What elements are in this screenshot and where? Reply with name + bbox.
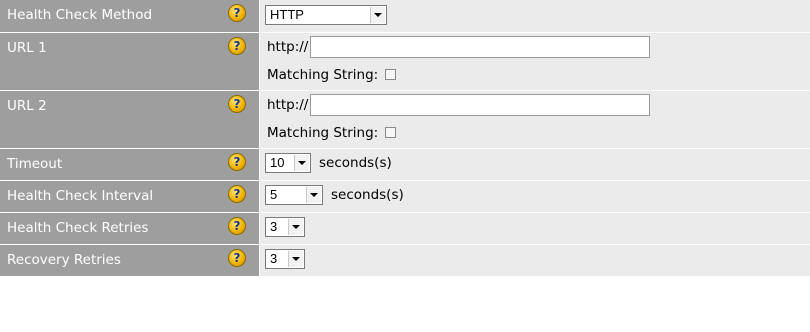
label-cell: Health Check Retries ? — [0, 212, 260, 245]
chevron-down-icon[interactable] — [370, 6, 385, 23]
health-check-settings-table: Health Check Method ? HTTP URL 1 ? http:… — [0, 0, 810, 277]
url-1-matching-string-checkbox[interactable] — [385, 69, 397, 80]
url-1-label: URL 1 — [7, 39, 47, 56]
timeout-unit: seconds(s) — [319, 155, 392, 171]
row-health-check-retries: Health Check Retries ? 3 — [0, 212, 810, 245]
chevron-down-icon[interactable] — [288, 251, 303, 267]
value-cell: 3 — [259, 212, 810, 245]
health-check-retries-select[interactable]: 3 — [265, 217, 305, 237]
recovery-retries-select[interactable]: 3 — [265, 249, 305, 269]
label-cell: Health Check Interval ? — [0, 180, 260, 213]
label-cell: Recovery Retries ? — [0, 244, 260, 277]
label-cell: URL 2 ? — [0, 90, 260, 149]
row-url-2: URL 2 ? http:// Matching String: — [0, 90, 810, 149]
chevron-down-icon[interactable] — [306, 187, 321, 203]
url-2-matching-string-checkbox[interactable] — [385, 127, 397, 138]
health-check-interval-unit: seconds(s) — [331, 187, 404, 203]
value-cell: 10 seconds(s) — [259, 148, 810, 181]
health-check-interval-select[interactable]: 5 — [265, 185, 323, 205]
value-cell: http:// Matching String: — [259, 32, 810, 91]
select-value: 5 — [270, 187, 278, 202]
row-url-1: URL 1 ? http:// Matching String: — [0, 32, 810, 91]
label-cell: Timeout ? — [0, 148, 260, 181]
url-2-prefix: http:// — [267, 97, 309, 113]
row-timeout: Timeout ? 10 seconds(s) — [0, 148, 810, 181]
select-value: 3 — [270, 251, 278, 266]
help-icon[interactable]: ? — [228, 216, 246, 235]
health-check-interval-label: Health Check Interval — [7, 187, 154, 204]
help-icon[interactable]: ? — [228, 184, 246, 203]
value-cell: 3 — [259, 244, 810, 277]
help-icon[interactable]: ? — [228, 248, 246, 267]
row-health-check-method: Health Check Method ? HTTP — [0, 0, 810, 33]
value-cell: 5 seconds(s) — [259, 180, 810, 213]
row-health-check-interval: Health Check Interval ? 5 seconds(s) — [0, 180, 810, 213]
health-check-method-label: Health Check Method — [7, 7, 153, 23]
label-cell: URL 1 ? — [0, 32, 260, 91]
url-1-matching-string-label: Matching String: — [267, 66, 379, 83]
chevron-down-icon[interactable] — [288, 219, 303, 235]
recovery-retries-label: Recovery Retries — [7, 251, 121, 268]
select-value: 3 — [270, 219, 278, 234]
row-recovery-retries: Recovery Retries ? 3 — [0, 244, 810, 277]
value-cell: HTTP — [259, 0, 810, 33]
health-check-method-select[interactable]: HTTP — [265, 4, 387, 25]
chevron-down-icon[interactable] — [294, 155, 309, 171]
timeout-select[interactable]: 10 — [265, 153, 311, 173]
url-2-matching-string-label: Matching String: — [267, 124, 379, 141]
select-value: 10 — [270, 155, 285, 170]
value-cell: http:// Matching String: — [259, 90, 810, 149]
help-icon[interactable]: ? — [228, 152, 246, 171]
help-icon[interactable]: ? — [228, 4, 246, 22]
help-icon[interactable]: ? — [228, 36, 246, 55]
label-cell: Health Check Method ? — [0, 0, 260, 33]
url-1-prefix: http:// — [267, 39, 309, 55]
help-icon[interactable]: ? — [228, 94, 246, 113]
url-2-label: URL 2 — [7, 97, 47, 114]
url-1-input[interactable] — [310, 36, 651, 58]
url-2-input[interactable] — [310, 94, 651, 116]
health-check-retries-label: Health Check Retries — [7, 219, 149, 236]
timeout-label: Timeout — [7, 155, 63, 172]
select-value: HTTP — [270, 6, 304, 22]
